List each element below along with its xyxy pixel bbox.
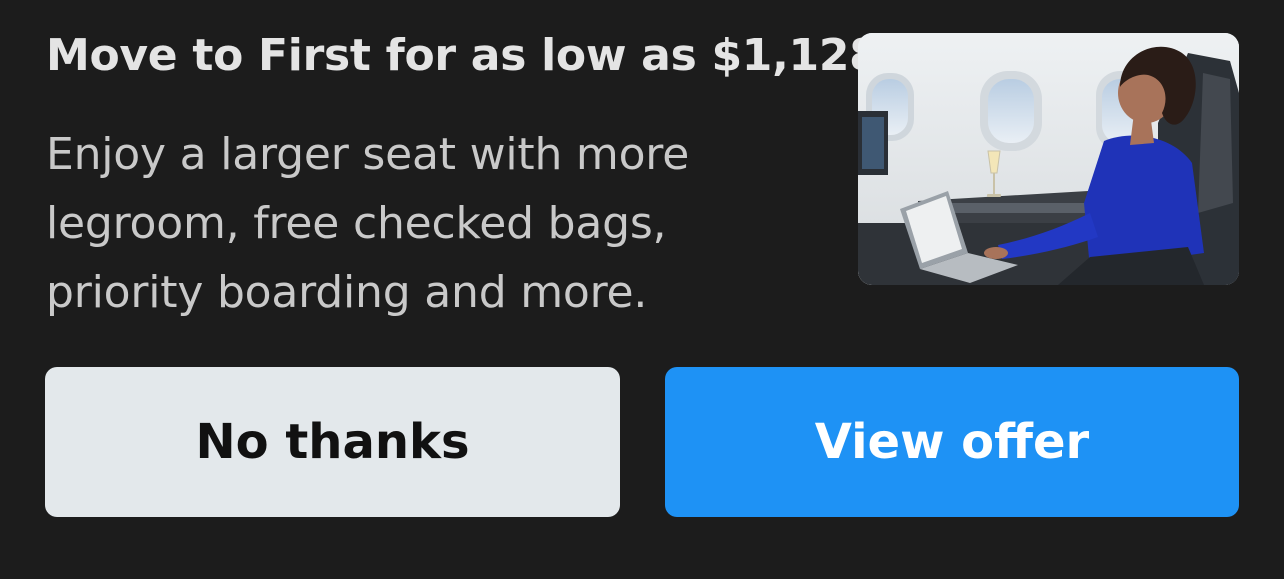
no-thanks-label: No thanks — [195, 414, 470, 470]
no-thanks-button[interactable]: No thanks — [45, 367, 620, 517]
view-offer-button[interactable]: View offer — [665, 367, 1239, 517]
offer-description: Enjoy a larger seat with more legroom, f… — [46, 129, 690, 318]
upgrade-offer-card: Move to First for as low as $1,128 Enjoy… — [0, 0, 1284, 579]
view-offer-label: View offer — [814, 414, 1090, 470]
first-class-photo — [858, 33, 1239, 285]
offer-title: Move to First for as low as $1,128 — [46, 30, 880, 81]
